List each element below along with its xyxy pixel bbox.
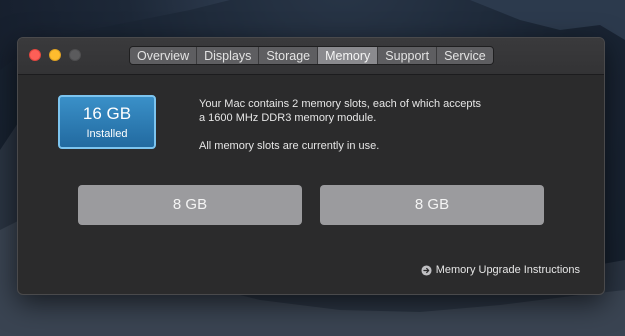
memory-slot-1: 8 GB	[78, 185, 302, 225]
memory-description: Your Mac contains 2 memory slots, each o…	[199, 97, 579, 153]
arrow-right-circle-icon	[421, 264, 432, 276]
description-line-2: a 1600 MHz DDR3 memory module.	[199, 112, 377, 124]
about-this-mac-window: Overview Displays Storage Memory Support…	[17, 37, 605, 295]
memory-upgrade-instructions-link[interactable]: Memory Upgrade Instructions	[421, 264, 580, 276]
titlebar: Overview Displays Storage Memory Support…	[18, 38, 604, 75]
tab-memory[interactable]: Memory	[318, 47, 379, 64]
tab-overview[interactable]: Overview	[130, 47, 198, 64]
installed-memory-badge: 16 GB Installed	[58, 95, 156, 149]
tab-storage[interactable]: Storage	[259, 47, 319, 64]
installed-memory-label: Installed	[86, 128, 128, 140]
zoom-button[interactable]	[69, 49, 81, 61]
memory-panel: 16 GB Installed Your Mac contains 2 memo…	[18, 75, 604, 294]
tab-bar: Overview Displays Storage Memory Support…	[129, 46, 494, 65]
tab-displays[interactable]: Displays	[197, 47, 260, 64]
minimize-button[interactable]	[49, 49, 61, 61]
upgrade-link-label: Memory Upgrade Instructions	[435, 264, 580, 276]
desktop: Overview Displays Storage Memory Support…	[0, 0, 625, 336]
memory-status: All memory slots are currently in use.	[199, 140, 380, 152]
tab-service[interactable]: Service	[437, 47, 493, 64]
close-button[interactable]	[29, 49, 41, 61]
tab-support[interactable]: Support	[378, 47, 438, 64]
memory-slot-2: 8 GB	[320, 185, 544, 225]
description-line-1: Your Mac contains 2 memory slots, each o…	[199, 98, 482, 110]
installed-memory-size: 16 GB	[82, 104, 132, 123]
